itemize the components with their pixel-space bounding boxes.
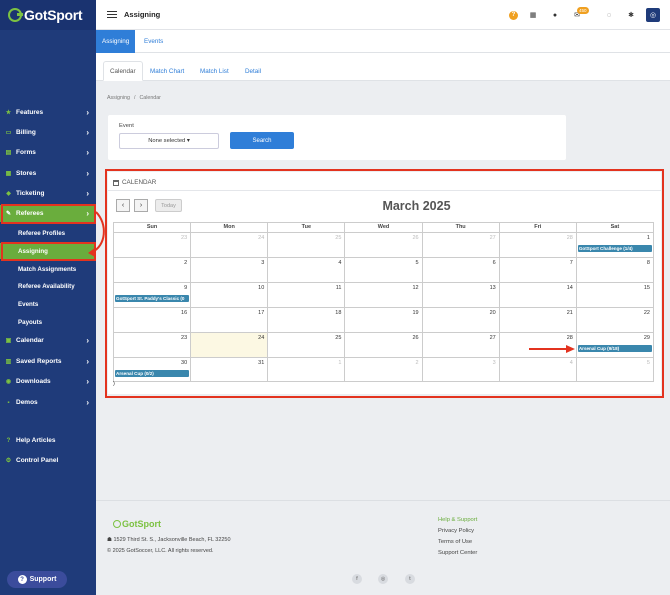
chevron-right-icon: › <box>86 128 89 137</box>
sidebar-item-ticketing[interactable]: ◆ Ticketing › <box>0 185 96 202</box>
chat-icon[interactable]: ◌ <box>602 8 616 22</box>
logo-mark-icon <box>8 8 23 22</box>
annotation-curve-arrow <box>88 211 105 257</box>
sidebar: GotSport ★ Features › ▭ Billing › ▤ Forms › ▦ S… <box>0 0 96 595</box>
sidebar-item-label: Calendar <box>16 337 44 344</box>
demo-icon: ▪ <box>7 399 10 406</box>
page-title: Assigning <box>124 10 161 19</box>
sidebar-item-label: Forms <box>16 149 36 156</box>
logo-text: GotSport <box>24 7 83 23</box>
annotation-arrow-head <box>566 344 575 353</box>
sidebar-sub-payouts[interactable]: Payouts <box>0 314 96 330</box>
event-select[interactable]: None selected ▾ <box>119 133 219 149</box>
subtab-detail[interactable]: Detail <box>239 61 267 81</box>
profile-icon[interactable]: ◎ <box>646 8 660 22</box>
grid-icon[interactable]: ▦ <box>526 8 540 22</box>
sidebar-item-label: Downloads <box>16 378 51 385</box>
doc-icon: ▤ <box>5 150 12 156</box>
sub-tabs: Calendar Match Chart Match List Detail <box>96 53 670 81</box>
mail-icon[interactable]: ✉ 450 <box>570 7 589 22</box>
sidebar-item-label: Ticketing <box>16 190 45 197</box>
gotsport-logo[interactable]: GotSport <box>0 0 96 30</box>
sidebar-item-saved-reports[interactable]: ▥ Saved Reports › <box>0 353 96 370</box>
sidebar-item-demos[interactable]: ▪ Demos › <box>0 394 96 411</box>
breadcrumb: Assigning / Calendar <box>107 95 165 101</box>
user-icon[interactable]: ● <box>548 8 562 22</box>
main-tabs: Assigning Events <box>96 30 670 53</box>
help-icon: ? <box>6 437 11 444</box>
sidebar-item-label: Billing <box>16 129 36 136</box>
footer-link-privacy[interactable]: Privacy Policy <box>438 528 474 534</box>
chevron-right-icon: › <box>86 377 89 386</box>
footer-link-support-center[interactable]: Support Center <box>438 550 477 556</box>
footer-link-terms[interactable]: Terms of Use <box>438 539 472 545</box>
reports-icon: ▥ <box>5 359 12 365</box>
sidebar-item-label: Help Articles <box>16 437 56 444</box>
sidebar-item-label: Saved Reports <box>16 358 62 365</box>
sidebar-sub-referee-availability[interactable]: Referee Availability <box>0 278 96 294</box>
footer-logo-text: GotSport <box>122 519 161 529</box>
chevron-right-icon: › <box>86 108 89 117</box>
sidebar-item-label: Stores <box>16 170 37 177</box>
help-icon[interactable]: ? <box>509 10 518 20</box>
search-button[interactable]: Search <box>230 132 294 149</box>
menu-icon[interactable] <box>107 9 117 20</box>
sidebar-item-label: Features <box>16 109 44 116</box>
mail-badge: 450 <box>577 7 589 14</box>
tab-assigning[interactable]: Assigning <box>96 30 136 53</box>
support-label: Support <box>29 576 57 583</box>
twitter-icon[interactable]: t <box>405 574 415 584</box>
gear-icon[interactable]: ✱ <box>624 8 638 22</box>
subtab-calendar[interactable]: Calendar <box>103 61 143 81</box>
settings-icon: ⚙ <box>5 458 12 464</box>
sidebar-item-help-articles[interactable]: ? Help Articles <box>0 432 96 449</box>
sidebar-item-control-panel[interactable]: ⚙ Control Panel <box>0 452 96 469</box>
footer-logo: GotSport <box>113 519 161 529</box>
highlight-calendar <box>105 169 664 398</box>
sidebar-item-calendar[interactable]: ▣ Calendar › <box>0 332 96 349</box>
subtab-match-list[interactable]: Match List <box>194 61 235 81</box>
sidebar-item-features[interactable]: ★ Features › <box>0 104 96 121</box>
footer-address: ☗ 1529 Third St. S., Jacksonville Beach,… <box>107 537 231 543</box>
chevron-right-icon: › <box>86 148 89 157</box>
top-bar: Assigning ? ▦ ● ✉ 450 ◌ ✱ ◎ <box>96 0 670 30</box>
breadcrumb-assigning[interactable]: Assigning <box>107 95 130 101</box>
footer-link-help-support[interactable]: Help & Support <box>438 517 477 523</box>
sidebar-item-downloads[interactable]: ◉ Downloads › <box>0 373 96 390</box>
chevron-right-icon: › <box>86 398 89 407</box>
event-label: Event <box>119 123 134 129</box>
instagram-icon[interactable]: ◎ <box>378 574 388 584</box>
chevron-right-icon: › <box>86 357 89 366</box>
calendar-icon: ▣ <box>5 338 12 344</box>
tab-events[interactable]: Events <box>138 30 169 53</box>
card-icon: ▭ <box>5 130 12 136</box>
ticket-icon: ◆ <box>6 191 11 197</box>
sidebar-item-stores[interactable]: ▦ Stores › <box>0 165 96 182</box>
chevron-right-icon: › <box>86 189 89 198</box>
event-filter-panel: Event None selected ▾ Search <box>108 115 566 160</box>
sidebar-item-label: Control Panel <box>16 457 59 464</box>
logo-mark-icon <box>113 520 121 528</box>
sidebar-item-billing[interactable]: ▭ Billing › <box>0 124 96 141</box>
breadcrumb-separator: / <box>133 95 136 101</box>
footer-copyright: © 2025 GotSoccer, LLC. All rights reserv… <box>107 548 214 554</box>
chevron-right-icon: › <box>86 169 89 178</box>
store-icon: ▦ <box>5 171 12 177</box>
facebook-icon[interactable]: f <box>352 574 362 584</box>
breadcrumb-calendar: Calendar <box>139 95 161 101</box>
sidebar-item-forms[interactable]: ▤ Forms › <box>0 144 96 161</box>
annotation-arrow <box>529 348 569 350</box>
question-icon: ? <box>17 575 27 584</box>
star-icon: ★ <box>5 110 12 116</box>
chevron-right-icon: › <box>86 336 89 345</box>
download-icon: ◉ <box>5 379 12 385</box>
sidebar-sub-events[interactable]: Events <box>0 296 96 312</box>
support-button[interactable]: ? Support <box>7 571 67 588</box>
subtab-match-chart[interactable]: Match Chart <box>144 61 190 81</box>
sidebar-sub-match-assignments[interactable]: Match Assignments <box>0 261 96 277</box>
sidebar-item-label: Demos <box>16 399 38 406</box>
